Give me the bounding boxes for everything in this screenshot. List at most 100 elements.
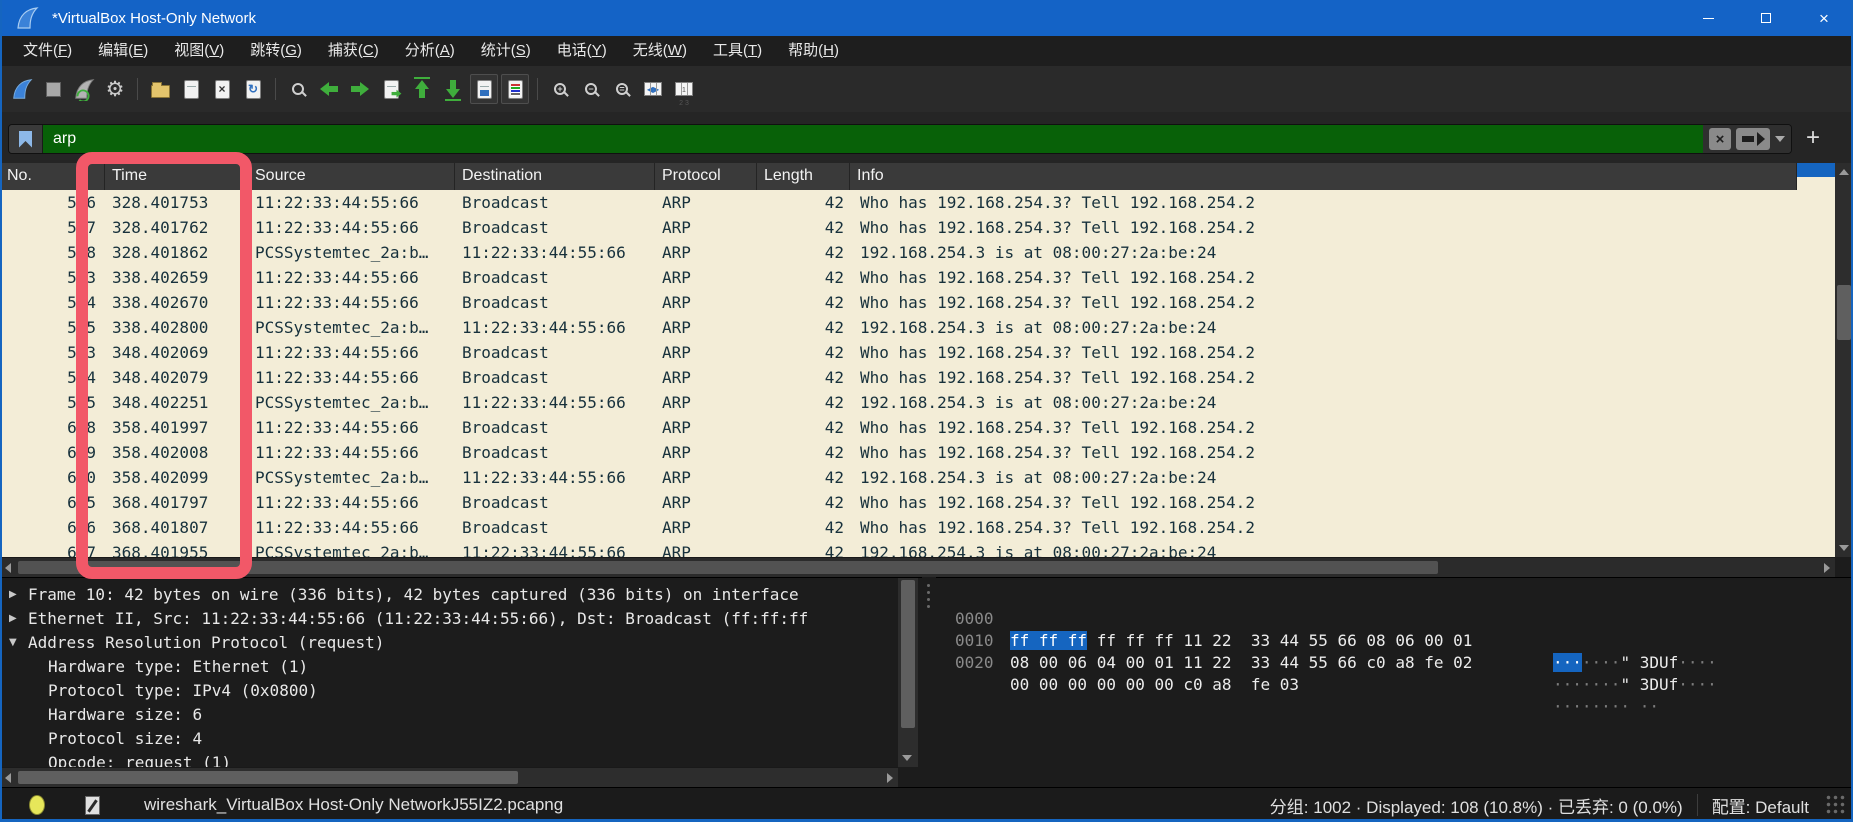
- horizontal-scroll-thumb[interactable]: [18, 561, 1438, 574]
- menu-item[interactable]: 编辑(E): [85, 36, 161, 66]
- details-hscroll-thumb[interactable]: [18, 771, 518, 784]
- reload-file-button[interactable]: ↻: [239, 74, 267, 104]
- filter-bookmark-button[interactable]: [9, 125, 43, 153]
- save-file-button[interactable]: [177, 74, 205, 104]
- packet-row[interactable]: 524 338.402670 11:22:33:44:55:66 Broadca…: [0, 290, 1797, 315]
- go-to-bottom-button[interactable]: [439, 74, 467, 104]
- resize-grip-icon[interactable]: [1825, 794, 1847, 816]
- expand-arrow-icon[interactable]: [0, 703, 28, 727]
- menu-item[interactable]: 文件(F): [10, 36, 85, 66]
- menu-item[interactable]: 分析(A): [392, 36, 468, 66]
- expand-arrow-icon[interactable]: [0, 727, 28, 751]
- packet-row[interactable]: 525 338.402800 PCSSystemtec_2a:b… 11:22:…: [0, 315, 1797, 340]
- capture-options-button[interactable]: ⚙: [101, 74, 129, 104]
- packet-row[interactable]: 627 368.401955 PCSSystemtec_2a:b… 11:22:…: [0, 540, 1797, 557]
- packet-row[interactable]: 594 348.402079 11:22:33:44:55:66 Broadca…: [0, 365, 1797, 390]
- capture-comment-icon[interactable]: [85, 796, 100, 815]
- packet-row[interactable]: 593 348.402069 11:22:33:44:55:66 Broadca…: [0, 340, 1797, 365]
- details-scroll-right-icon[interactable]: [887, 773, 893, 783]
- column-header-time[interactable]: Time: [105, 163, 248, 190]
- zoom-in-button[interactable]: +: [546, 74, 574, 104]
- column-header-destination[interactable]: Destination: [455, 163, 655, 190]
- edit-columns-button[interactable]: 12 3: [670, 74, 698, 104]
- packet-row[interactable]: 508 328.401862 PCSSystemtec_2a:b… 11:22:…: [0, 240, 1797, 265]
- column-header-source[interactable]: Source: [248, 163, 455, 190]
- filter-clear-button[interactable]: ×: [1709, 128, 1731, 150]
- menu-item[interactable]: 跳转(G): [237, 36, 315, 66]
- column-header-protocol[interactable]: Protocol: [655, 163, 757, 190]
- restart-capture-button[interactable]: [70, 74, 98, 104]
- hex-row[interactable]: 0010 08 00 06 04 00 01 11 22 33 44 55 66…: [936, 608, 1853, 630]
- menu-item[interactable]: 工具(T): [700, 36, 775, 66]
- go-to-top-button[interactable]: [408, 74, 436, 104]
- packet-row[interactable]: 506 328.401753 11:22:33:44:55:66 Broadca…: [0, 190, 1797, 215]
- filter-apply-button[interactable]: [1736, 128, 1770, 150]
- detail-line[interactable]: Hardware type: Ethernet (1): [0, 655, 922, 679]
- find-packet-button[interactable]: [284, 74, 312, 104]
- stop-capture-button[interactable]: [39, 74, 67, 104]
- open-file-button[interactable]: [146, 74, 174, 104]
- expand-arrow-icon[interactable]: ▼: [0, 631, 28, 655]
- details-vertical-scrollbar[interactable]: [898, 578, 918, 767]
- expand-arrow-icon[interactable]: [0, 655, 28, 679]
- close-file-button[interactable]: ×: [208, 74, 236, 104]
- packet-row[interactable]: 523 338.402659 11:22:33:44:55:66 Broadca…: [0, 265, 1797, 290]
- resize-columns-button[interactable]: ◀▶: [639, 74, 667, 104]
- column-header-info[interactable]: Info: [850, 163, 1797, 190]
- menu-item[interactable]: 电话(Y): [544, 36, 620, 66]
- filter-add-button[interactable]: +: [1800, 125, 1826, 151]
- go-forward-button[interactable]: [346, 74, 374, 104]
- expand-arrow-icon[interactable]: [0, 679, 28, 703]
- menu-item[interactable]: 帮助(H): [775, 36, 852, 66]
- details-horizontal-scrollbar[interactable]: [0, 767, 898, 787]
- packet-row[interactable]: 595 348.402251 PCSSystemtec_2a:b… 11:22:…: [0, 390, 1797, 415]
- detail-line[interactable]: ▼ Address Resolution Protocol (request): [0, 631, 922, 655]
- menu-item[interactable]: 视图(V): [161, 36, 237, 66]
- go-to-packet-button[interactable]: [377, 74, 405, 104]
- details-vscroll-thumb[interactable]: [901, 580, 915, 728]
- vertical-scroll-thumb[interactable]: [1837, 285, 1851, 340]
- packet-row[interactable]: 609 358.402008 11:22:33:44:55:66 Broadca…: [0, 440, 1797, 465]
- display-filter-field[interactable]: arp ×: [8, 124, 1792, 154]
- packet-row[interactable]: 625 368.401797 11:22:33:44:55:66 Broadca…: [0, 490, 1797, 515]
- packet-row[interactable]: 608 358.401997 11:22:33:44:55:66 Broadca…: [0, 415, 1797, 440]
- filter-input[interactable]: arp: [43, 125, 1703, 153]
- detail-line[interactable]: ▶ Frame 10: 42 bytes on wire (336 bits),…: [0, 583, 922, 607]
- scroll-down-icon[interactable]: [1839, 545, 1849, 551]
- zoom-out-button[interactable]: −: [577, 74, 605, 104]
- scroll-right-icon[interactable]: [1824, 563, 1830, 573]
- pane-splitter-grip[interactable]: [927, 584, 930, 587]
- start-capture-button[interactable]: [8, 74, 36, 104]
- close-button[interactable]: ×: [1795, 0, 1853, 36]
- packet-row[interactable]: 626 368.401807 11:22:33:44:55:66 Broadca…: [0, 515, 1797, 540]
- expert-info-icon[interactable]: [29, 795, 45, 815]
- zoom-100-button[interactable]: =: [608, 74, 636, 104]
- scroll-up-icon[interactable]: [1839, 169, 1849, 175]
- filter-dropdown-caret[interactable]: [1775, 136, 1785, 142]
- column-header-length[interactable]: Length: [757, 163, 850, 190]
- auto-scroll-button[interactable]: [470, 74, 498, 104]
- intelligent-scrollbar-minimap[interactable]: [1797, 163, 1835, 557]
- expand-arrow-icon[interactable]: ▶: [0, 607, 28, 631]
- menu-item[interactable]: 无线(W): [620, 36, 700, 66]
- go-back-button[interactable]: [315, 74, 343, 104]
- expand-arrow-icon[interactable]: ▶: [0, 583, 28, 607]
- detail-line[interactable]: Hardware size: 6: [0, 703, 922, 727]
- maximize-button[interactable]: [1737, 0, 1795, 36]
- minimize-button[interactable]: [1679, 0, 1737, 36]
- packet-row[interactable]: 610 358.402099 PCSSystemtec_2a:b… 11:22:…: [0, 465, 1797, 490]
- detail-line[interactable]: Protocol size: 4: [0, 727, 922, 751]
- colorize-button[interactable]: [501, 74, 529, 104]
- details-scroll-left-icon[interactable]: [5, 773, 11, 783]
- hex-row[interactable]: 0000 ff ff ff ff ff ff 11 22 33 44 55 66…: [936, 586, 1853, 608]
- packet-list-vertical-scrollbar[interactable]: [1835, 163, 1853, 557]
- detail-line[interactable]: ▶ Ethernet II, Src: 11:22:33:44:55:66 (1…: [0, 607, 922, 631]
- menu-item[interactable]: 捕获(C): [315, 36, 392, 66]
- menu-item[interactable]: 统计(S): [468, 36, 544, 66]
- packet-list-horizontal-scrollbar[interactable]: [0, 557, 1835, 577]
- packet-row[interactable]: 507 328.401762 11:22:33:44:55:66 Broadca…: [0, 215, 1797, 240]
- hex-row[interactable]: 0020 00 00 00 00 00 00 c0 a8 fe 03 ·····…: [936, 630, 1853, 652]
- column-header-no[interactable]: No.: [0, 163, 105, 190]
- scroll-left-icon[interactable]: [5, 563, 11, 573]
- profile-label[interactable]: 配置: Default: [1712, 793, 1809, 818]
